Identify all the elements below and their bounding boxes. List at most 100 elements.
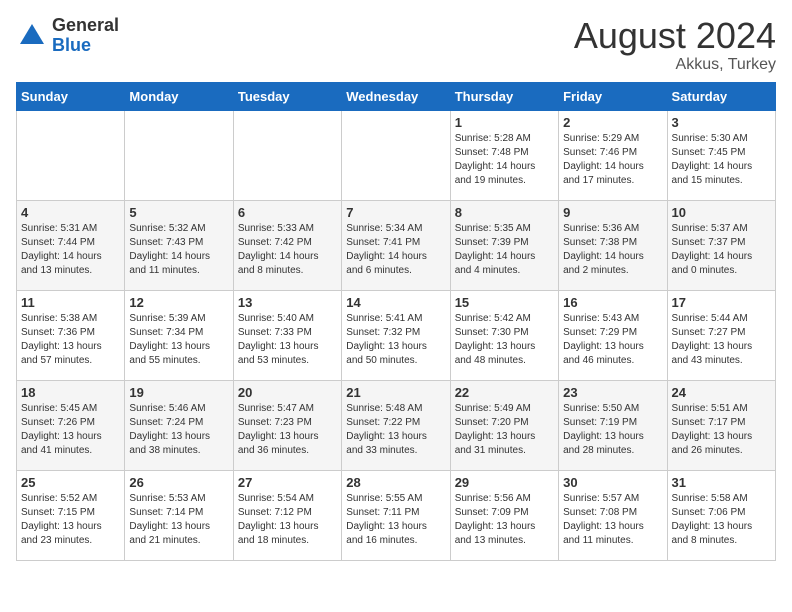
day-cell: 24Sunrise: 5:51 AM Sunset: 7:17 PM Dayli…	[667, 380, 775, 470]
day-number: 9	[563, 205, 662, 220]
location-subtitle: Akkus, Turkey	[574, 56, 776, 74]
day-number: 23	[563, 385, 662, 400]
week-row-5: 25Sunrise: 5:52 AM Sunset: 7:15 PM Dayli…	[17, 470, 776, 560]
day-cell	[17, 110, 125, 200]
day-cell: 1Sunrise: 5:28 AM Sunset: 7:48 PM Daylig…	[450, 110, 558, 200]
day-cell: 19 Sunrise: 5:46 AM Sunset: 7:24 PM Dayli…	[125, 380, 233, 470]
day-cell: 27 Sunrise: 5:54 AM Sunset: 7:12 PM Dayli…	[233, 470, 341, 560]
day-number: 13	[238, 295, 337, 310]
day-cell: 20Sunrise: 5:47 AM Sunset: 7:23 PM Dayli…	[233, 380, 341, 470]
day-info: Sunrise: 5:41 AM Sunset: 7:32 PM Dayligh…	[346, 312, 445, 368]
day-number: 8	[455, 205, 554, 220]
day-number: 11	[21, 295, 120, 310]
day-cell: 10 Sunrise: 5:37 AM Sunset: 7:37 PM Dayli…	[667, 200, 775, 290]
day-number: 28	[346, 475, 445, 490]
day-number: 5	[129, 205, 228, 220]
header-cell-saturday: Saturday	[667, 82, 775, 110]
calendar-header: SundayMondayTuesdayWednesdayThursdayFrid…	[17, 82, 776, 110]
week-row-4: 18Sunrise: 5:45 AM Sunset: 7:26 PM Dayli…	[17, 380, 776, 470]
day-cell: 25Sunrise: 5:52 AM Sunset: 7:15 PM Dayli…	[17, 470, 125, 560]
day-info: Sunrise: 5:42 AM Sunset: 7:30 PM Dayligh…	[455, 312, 554, 368]
header-cell-tuesday: Tuesday	[233, 82, 341, 110]
day-number: 12	[129, 295, 228, 310]
day-info: Sunrise: 5:54 AM Sunset: 7:12 PM Dayligh…	[238, 492, 337, 548]
day-number: 10	[672, 205, 771, 220]
day-info: Sunrise: 5:46 AM Sunset: 7:24 PM Dayligh…	[129, 402, 228, 458]
day-cell: 14 Sunrise: 5:41 AM Sunset: 7:32 PM Dayli…	[342, 290, 450, 380]
day-cell: 30 Sunrise: 5:57 AM Sunset: 7:08 PM Dayli…	[559, 470, 667, 560]
week-row-1: 1Sunrise: 5:28 AM Sunset: 7:48 PM Daylig…	[17, 110, 776, 200]
day-info: Sunrise: 5:57 AM Sunset: 7:08 PM Dayligh…	[563, 492, 662, 548]
day-number: 16	[563, 295, 662, 310]
day-info: Sunrise: 5:58 AM Sunset: 7:06 PM Dayligh…	[672, 492, 771, 548]
day-cell: 29Sunrise: 5:56 AM Sunset: 7:09 PM Dayli…	[450, 470, 558, 560]
day-cell: 17 Sunrise: 5:44 AM Sunset: 7:27 PM Dayli…	[667, 290, 775, 380]
week-row-2: 4Sunrise: 5:31 AM Sunset: 7:44 PM Daylig…	[17, 200, 776, 290]
day-cell: 18Sunrise: 5:45 AM Sunset: 7:26 PM Dayli…	[17, 380, 125, 470]
day-cell: 15 Sunrise: 5:42 AM Sunset: 7:30 PM Dayli…	[450, 290, 558, 380]
day-cell	[233, 110, 341, 200]
day-info: Sunrise: 5:29 AM Sunset: 7:46 PM Dayligh…	[563, 132, 662, 188]
day-cell: 3 Sunrise: 5:30 AM Sunset: 7:45 PM Daylig…	[667, 110, 775, 200]
week-row-3: 11 Sunrise: 5:38 AM Sunset: 7:36 PM Dayli…	[17, 290, 776, 380]
day-cell: 21 Sunrise: 5:48 AM Sunset: 7:22 PM Dayli…	[342, 380, 450, 470]
header-cell-friday: Friday	[559, 82, 667, 110]
day-info: Sunrise: 5:28 AM Sunset: 7:48 PM Dayligh…	[455, 132, 554, 188]
day-info: Sunrise: 5:38 AM Sunset: 7:36 PM Dayligh…	[21, 312, 120, 368]
day-cell: 16Sunrise: 5:43 AM Sunset: 7:29 PM Dayli…	[559, 290, 667, 380]
day-cell: 11 Sunrise: 5:38 AM Sunset: 7:36 PM Dayli…	[17, 290, 125, 380]
day-cell: 28Sunrise: 5:55 AM Sunset: 7:11 PM Dayli…	[342, 470, 450, 560]
day-number: 30	[563, 475, 662, 490]
day-cell: 5 Sunrise: 5:32 AM Sunset: 7:43 PM Daylig…	[125, 200, 233, 290]
day-cell: 12Sunrise: 5:39 AM Sunset: 7:34 PM Dayli…	[125, 290, 233, 380]
day-info: Sunrise: 5:47 AM Sunset: 7:23 PM Dayligh…	[238, 402, 337, 458]
day-info: Sunrise: 5:48 AM Sunset: 7:22 PM Dayligh…	[346, 402, 445, 458]
day-cell: 7Sunrise: 5:34 AM Sunset: 7:41 PM Daylig…	[342, 200, 450, 290]
day-info: Sunrise: 5:30 AM Sunset: 7:45 PM Dayligh…	[672, 132, 771, 188]
day-number: 18	[21, 385, 120, 400]
day-number: 26	[129, 475, 228, 490]
day-cell: 31 Sunrise: 5:58 AM Sunset: 7:06 PM Dayli…	[667, 470, 775, 560]
day-number: 17	[672, 295, 771, 310]
day-number: 24	[672, 385, 771, 400]
day-cell: 8Sunrise: 5:35 AM Sunset: 7:39 PM Daylig…	[450, 200, 558, 290]
logo-text: General Blue	[52, 16, 119, 56]
header-cell-thursday: Thursday	[450, 82, 558, 110]
day-cell: 9 Sunrise: 5:36 AM Sunset: 7:38 PM Daylig…	[559, 200, 667, 290]
day-info: Sunrise: 5:49 AM Sunset: 7:20 PM Dayligh…	[455, 402, 554, 458]
day-number: 19	[129, 385, 228, 400]
logo-blue: Blue	[52, 36, 119, 56]
day-number: 4	[21, 205, 120, 220]
day-cell: 6Sunrise: 5:33 AM Sunset: 7:42 PM Daylig…	[233, 200, 341, 290]
day-info: Sunrise: 5:44 AM Sunset: 7:27 PM Dayligh…	[672, 312, 771, 368]
day-info: Sunrise: 5:56 AM Sunset: 7:09 PM Dayligh…	[455, 492, 554, 548]
day-info: Sunrise: 5:40 AM Sunset: 7:33 PM Dayligh…	[238, 312, 337, 368]
calendar-table: SundayMondayTuesdayWednesdayThursdayFrid…	[16, 82, 776, 561]
day-number: 14	[346, 295, 445, 310]
day-info: Sunrise: 5:52 AM Sunset: 7:15 PM Dayligh…	[21, 492, 120, 548]
day-info: Sunrise: 5:33 AM Sunset: 7:42 PM Dayligh…	[238, 222, 337, 278]
day-info: Sunrise: 5:32 AM Sunset: 7:43 PM Dayligh…	[129, 222, 228, 278]
day-info: Sunrise: 5:36 AM Sunset: 7:38 PM Dayligh…	[563, 222, 662, 278]
day-cell: 23 Sunrise: 5:50 AM Sunset: 7:19 PM Dayli…	[559, 380, 667, 470]
day-info: Sunrise: 5:53 AM Sunset: 7:14 PM Dayligh…	[129, 492, 228, 548]
day-number: 21	[346, 385, 445, 400]
header-cell-wednesday: Wednesday	[342, 82, 450, 110]
month-year-title: August 2024	[574, 16, 776, 56]
title-block: August 2024 Akkus, Turkey	[574, 16, 776, 74]
calendar-body: 1Sunrise: 5:28 AM Sunset: 7:48 PM Daylig…	[17, 110, 776, 560]
day-info: Sunrise: 5:37 AM Sunset: 7:37 PM Dayligh…	[672, 222, 771, 278]
day-cell: 4Sunrise: 5:31 AM Sunset: 7:44 PM Daylig…	[17, 200, 125, 290]
day-number: 31	[672, 475, 771, 490]
day-cell: 13 Sunrise: 5:40 AM Sunset: 7:33 PM Dayli…	[233, 290, 341, 380]
day-cell: 26 Sunrise: 5:53 AM Sunset: 7:14 PM Dayli…	[125, 470, 233, 560]
logo-icon	[16, 20, 48, 52]
day-info: Sunrise: 5:50 AM Sunset: 7:19 PM Dayligh…	[563, 402, 662, 458]
day-number: 27	[238, 475, 337, 490]
day-number: 15	[455, 295, 554, 310]
day-number: 3	[672, 115, 771, 130]
day-cell	[342, 110, 450, 200]
day-cell: 2 Sunrise: 5:29 AM Sunset: 7:46 PM Daylig…	[559, 110, 667, 200]
header-row: SundayMondayTuesdayWednesdayThursdayFrid…	[17, 82, 776, 110]
day-number: 2	[563, 115, 662, 130]
